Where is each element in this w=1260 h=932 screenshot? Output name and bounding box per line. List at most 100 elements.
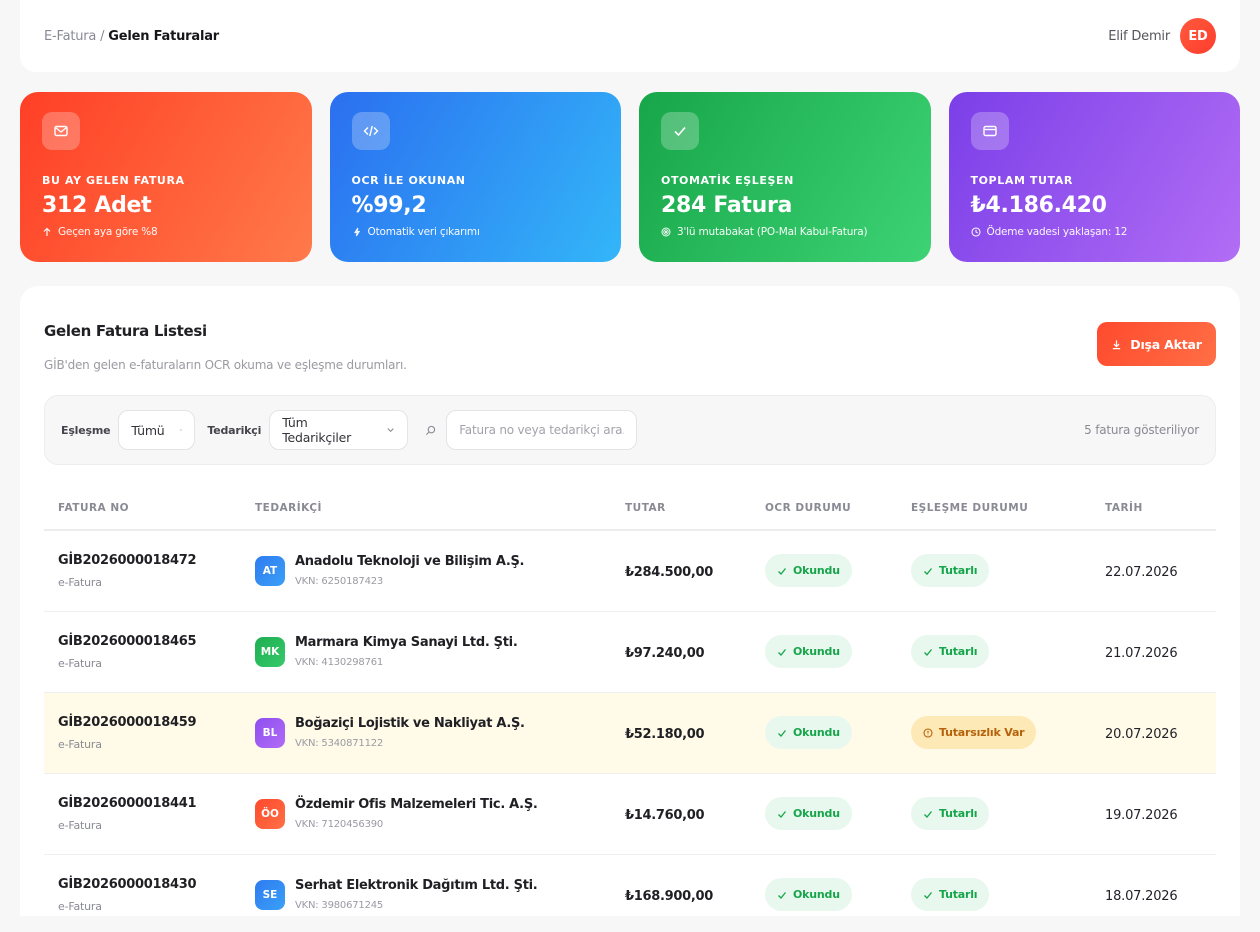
invoice-number[interactable]: GİB2026000018459 [58,715,241,730]
check-icon [778,729,787,737]
ocr-status-badge: Okundu [765,554,852,588]
stat-value: %99,2 [351,193,427,218]
invoice-date: 19.07.2026 [1105,808,1178,823]
supplier-name: Boğaziçi Lojistik ve Nakliyat A.Ş. [295,716,525,731]
ocr-status-text: Okundu [793,807,840,820]
ocr-status-text: Okundu [793,564,840,578]
ocr-status-badge: Okundu [765,797,852,830]
export-button[interactable]: Dışa Aktar [1097,322,1216,366]
stat-label: TOPLAM TUTAR [970,174,1073,187]
chevron-down-icon [179,429,182,431]
warning-icon [923,727,933,738]
table-row[interactable]: GİB2026000018430 e-Fatura SE Serhat Elektr… [44,854,1216,916]
supplier-filter-select[interactable]: Tüm Tedarikçiler [269,410,409,450]
invoice-type: e-Fatura [58,575,102,589]
stat-sub-text: Geçen aya göre %8 [58,226,158,238]
invoice-number[interactable]: GİB2026000018472 [58,553,241,568]
table-row[interactable]: GİB2026000018459 e-Fatura BL Boğaziçi Loji… [44,692,1216,774]
supplier-filter-value: Tüm Tedarikçiler [282,415,352,445]
check-icon [778,567,787,575]
invoice-amount: ₺97.240,00 [625,646,705,661]
check-icon [661,112,699,150]
col-match-status[interactable]: EŞLEŞME DURUMU [897,486,1091,531]
stat-sub: Geçen aya göre %8 [42,226,290,238]
match-filter-select[interactable]: Tümü [118,410,196,450]
match-status-text: Tutarsızlık Var [939,726,1025,739]
invoice-type: e-Fatura [58,818,102,832]
match-status-badge: Tutarsızlık Var [911,716,1037,749]
breadcrumb-root[interactable]: E-Fatura [44,29,96,44]
invoice-date: 18.07.2026 [1105,889,1178,904]
invoice-date: 21.07.2026 [1105,646,1178,661]
breadcrumb-separator: / [100,28,105,44]
invoice-type: e-Fatura [58,899,102,913]
supplier-name: Marmara Kimya Sanayi Ltd. Şti. [295,635,518,650]
invoice-amount: ₺14.760,00 [625,808,705,823]
col-supplier[interactable]: TEDARİKÇİ [241,486,611,531]
ocr-status-text: Okundu [793,645,840,658]
breadcrumb-current: Gelen Faturalar [108,28,219,44]
supplier-vkn: VKN: 5340871122 [295,738,384,749]
check-icon [924,567,933,575]
top-bar: E-Fatura / Gelen Faturalar Elif Demir ED [20,0,1240,72]
invoice-amount: ₺168.900,00 [625,889,713,904]
stat-label: OCR İLE OKUNAN [351,174,466,187]
supplier-vkn: VKN: 6250187423 [295,576,384,588]
chevron-down-icon [387,428,394,433]
check-icon [924,648,933,656]
invoice-type: e-Fatura [58,737,102,751]
stat-value: 284 Fatura [661,193,793,218]
bolt-icon [353,227,360,237]
ocr-status-badge: Okundu [765,635,852,668]
stat-value: ₺4.186.420 [970,193,1107,218]
ocr-status-badge: Okundu [765,878,852,911]
invoice-date: 20.07.2026 [1105,727,1178,742]
match-status-text: Tutarlı [939,564,978,578]
invoice-number[interactable]: GİB2026000018465 [58,634,241,649]
match-status-badge: Tutarlı [911,554,990,588]
ocr-status-badge: Okundu [765,716,852,749]
supplier-filter-label: Tedarikçi [207,423,262,437]
search-input[interactable] [446,410,638,450]
result-count: 5 fatura gösteriliyor [1084,423,1199,437]
stats-row: BU AY GELEN FATURA 312 Adet Geçen aya gö… [20,92,1240,262]
match-status-badge: Tutarlı [911,797,990,830]
supplier-name: Anadolu Teknoloji ve Bilişim A.Ş. [295,554,525,570]
invoice-panel: Gelen Fatura Listesi GİB'den gelen e-fat… [20,286,1240,916]
stat-sub: Ödeme vadesi yaklaşan: 12 [970,226,1219,238]
download-icon [1113,339,1121,349]
supplier-avatar: ÖO [255,798,285,829]
stat-card-monthly: BU AY GELEN FATURA 312 Adet Geçen aya gö… [20,92,312,262]
stat-label: BU AY GELEN FATURA [42,174,185,187]
check-icon [924,891,933,899]
invoice-amount: ₺52.180,00 [625,727,705,742]
supplier-vkn: VKN: 7120456390 [295,819,384,830]
table-row[interactable]: GİB2026000018465 e-Fatura MK Marmara Kimya… [44,611,1216,693]
col-invoice-no[interactable]: FATURA NO [44,486,241,531]
match-status-badge: Tutarlı [911,878,990,911]
check-icon [778,810,787,818]
invoice-number[interactable]: GİB2026000018430 [58,877,241,892]
avatar[interactable]: ED [1180,18,1216,54]
stat-sub-text: Otomatik veri çıkarımı [367,226,480,238]
card-icon [970,112,1009,150]
stat-card-matched: OTOMATİK EŞLEŞEN 284 Fatura 3'lü mutabak… [639,92,931,262]
table-header-row: FATURA NO TEDARİKÇİ TUTAR OCR DURUMU EŞL… [44,486,1216,531]
match-filter-value: Tümü [131,422,165,438]
user-menu[interactable]: Elif Demir ED [1108,18,1216,54]
col-amount[interactable]: TUTAR [611,486,751,531]
supplier-name: Serhat Elektronik Dağıtım Ltd. Şti. [295,878,538,893]
match-status-text: Tutarlı [939,807,978,820]
stat-sub-text: 3'lü mutabakat (PO-Mal Kabul-Fatura) [677,226,868,238]
export-label: Dışa Aktar [1130,336,1202,352]
col-date[interactable]: TARİH [1091,486,1216,531]
supplier-avatar: MK [255,636,285,667]
invoice-amount: ₺284.500,00 [625,565,713,581]
invoice-number[interactable]: GİB2026000018441 [58,796,241,811]
invoice-date: 22.07.2026 [1105,565,1178,581]
table-row[interactable]: GİB2026000018441 e-Fatura ÖO Özdemir Ofis … [44,773,1216,855]
table-row[interactable]: GİB2026000018472 e-Fatura AT Anadolu Tekno… [44,530,1216,612]
supplier-avatar: BL [255,717,285,748]
supplier-avatar: SE [255,879,285,910]
col-ocr-status[interactable]: OCR DURUMU [751,486,897,531]
